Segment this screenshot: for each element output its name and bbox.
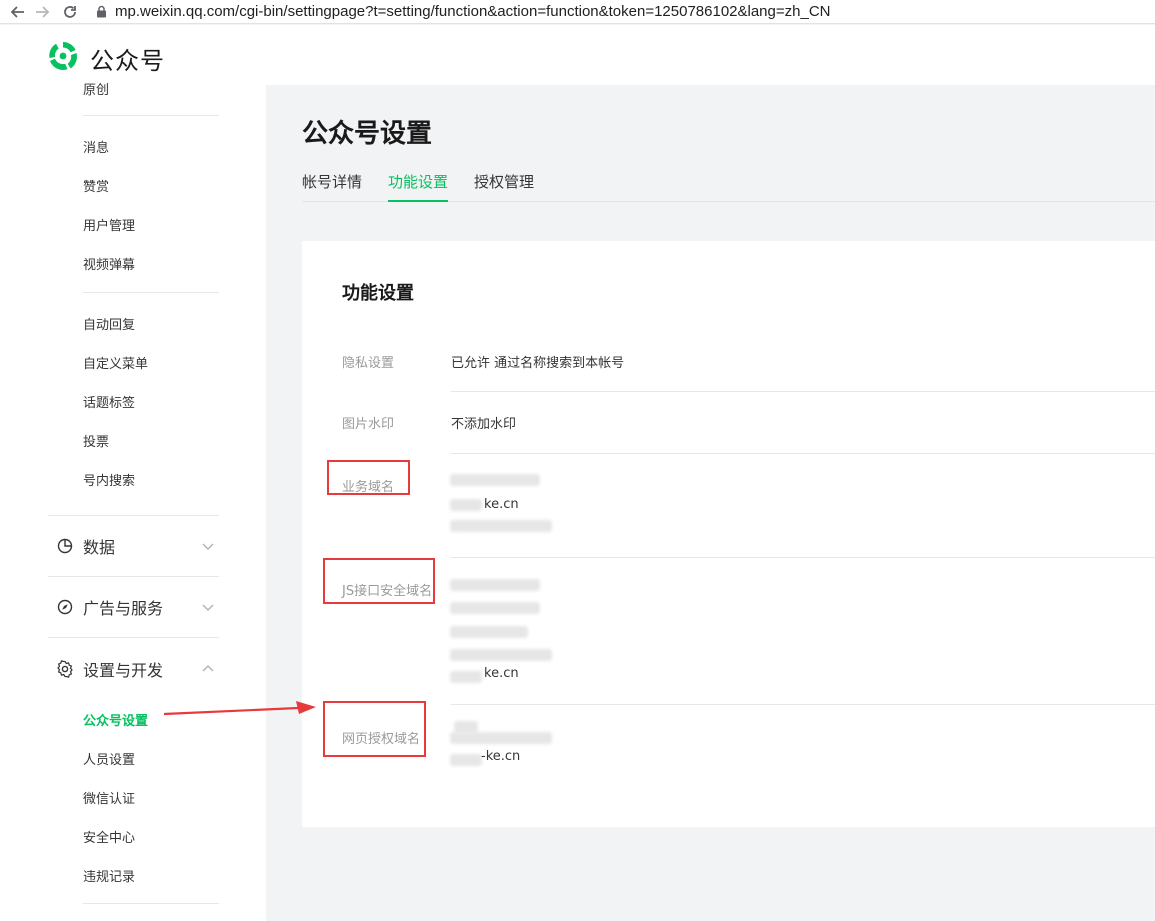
tab-account-details[interactable]: 帐号详情 xyxy=(302,171,362,202)
tab-function-settings[interactable]: 功能设置 xyxy=(388,171,449,202)
blurred-domain xyxy=(450,626,528,638)
sidebar-item-custom-menu[interactable]: 自定义菜单 xyxy=(83,353,148,372)
sidebar-group-settings-dev[interactable]: 设置与开发 xyxy=(56,657,216,681)
sidebar-divider xyxy=(83,903,219,904)
annotation-arrow xyxy=(163,701,316,716)
sidebar-item-messages[interactable]: 消息 xyxy=(83,137,109,156)
sidebar-item-wechat-verification[interactable]: 微信认证 xyxy=(83,788,135,807)
sidebar-item-vote[interactable]: 投票 xyxy=(83,431,109,450)
blurred-domain xyxy=(450,671,482,683)
chevron-up-icon xyxy=(200,661,216,677)
chevron-down-icon xyxy=(200,599,216,615)
watermark-label: 图片水印 xyxy=(342,417,395,432)
blurred-domain xyxy=(450,520,552,532)
reload-icon[interactable] xyxy=(61,3,79,21)
sidebar-divider xyxy=(83,115,219,116)
app-header: 公众号 xyxy=(0,25,1155,85)
privacy-value: 已允许 通过名称搜索到本帐号 xyxy=(451,356,625,371)
page-title: 公众号设置 xyxy=(302,119,433,149)
tab-authorization[interactable]: 授权管理 xyxy=(474,171,534,202)
sidebar-divider xyxy=(48,576,219,577)
chevron-down-icon xyxy=(200,538,216,554)
sidebar-item-video-danmaku[interactable]: 视频弹幕 xyxy=(83,254,135,273)
annotation-box-js-domain xyxy=(323,558,435,604)
gear-icon xyxy=(56,660,74,678)
blurred-domain xyxy=(450,474,540,486)
pie-chart-icon xyxy=(56,537,74,555)
business-domain-value: ke.cn xyxy=(484,497,519,512)
sidebar-item-violation-records[interactable]: 违规记录 xyxy=(83,866,135,885)
address-bar-url[interactable]: mp.weixin.qq.com/cgi-bin/settingpage?t=s… xyxy=(115,3,830,20)
wechat-mp-logo-icon[interactable] xyxy=(46,39,80,73)
sidebar-group-ads-services[interactable]: 广告与服务 xyxy=(56,595,216,619)
oauth-domain-value: -ke.cn xyxy=(481,749,521,764)
blurred-domain xyxy=(450,579,540,591)
sidebar-item-topic-tags[interactable]: 话题标签 xyxy=(83,392,135,411)
row-divider xyxy=(451,453,1155,454)
forward-icon[interactable] xyxy=(33,3,51,21)
blurred-domain xyxy=(450,602,540,614)
sidebar-divider xyxy=(48,637,219,638)
sidebar-group-data[interactable]: 数据 xyxy=(56,534,216,558)
logo-text[interactable]: 公众号 xyxy=(90,41,165,76)
card-title: 功能设置 xyxy=(342,283,414,304)
sidebar-item-user-management[interactable]: 用户管理 xyxy=(83,215,135,234)
compass-icon xyxy=(56,598,74,616)
sidebar-group-label: 广告与服务 xyxy=(83,599,164,618)
back-icon[interactable] xyxy=(9,3,27,21)
blurred-domain xyxy=(450,732,552,744)
sidebar-divider xyxy=(48,515,219,516)
privacy-label: 隐私设置 xyxy=(342,356,395,371)
sidebar-item-security-center[interactable]: 安全中心 xyxy=(83,827,135,846)
row-divider xyxy=(451,391,1155,392)
blurred-domain xyxy=(450,499,482,511)
lock-icon[interactable] xyxy=(95,5,107,18)
annotation-box-oauth-domain xyxy=(323,701,426,757)
sidebar-item-in-account-search[interactable]: 号内搜索 xyxy=(83,470,135,489)
js-domain-value: ke.cn xyxy=(484,666,519,681)
sidebar-group-label: 数据 xyxy=(83,538,116,557)
sidebar-item-reward[interactable]: 赞赏 xyxy=(83,176,109,195)
blurred-domain xyxy=(450,754,482,766)
sidebar-item-original[interactable]: 原创 xyxy=(83,79,109,98)
blurred-domain xyxy=(450,649,552,661)
browser-toolbar: mp.weixin.qq.com/cgi-bin/settingpage?t=s… xyxy=(0,0,1155,24)
function-settings-card: 功能设置 隐私设置 已允许 通过名称搜索到本帐号 图片水印 不添加水印 业务域名… xyxy=(302,241,1155,827)
tab-bar: 帐号详情 功能设置 授权管理 xyxy=(302,171,1155,202)
sidebar: 原创 消息 赞赏 用户管理 视频弹幕 自动回复 自定义菜单 话题标签 投票 号内… xyxy=(0,83,266,921)
sidebar-item-account-settings[interactable]: 公众号设置 xyxy=(83,710,148,729)
sidebar-divider xyxy=(83,292,219,293)
sidebar-group-label: 设置与开发 xyxy=(83,661,164,680)
main-content: 公众号设置 帐号详情 功能设置 授权管理 功能设置 隐私设置 已允许 通过名称搜… xyxy=(266,85,1155,921)
sidebar-item-staff-settings[interactable]: 人员设置 xyxy=(83,749,135,768)
annotation-box-business-domain xyxy=(327,460,410,495)
watermark-value: 不添加水印 xyxy=(451,417,517,432)
sidebar-item-auto-reply[interactable]: 自动回复 xyxy=(83,314,135,333)
row-divider xyxy=(451,557,1155,558)
row-divider xyxy=(451,704,1155,705)
